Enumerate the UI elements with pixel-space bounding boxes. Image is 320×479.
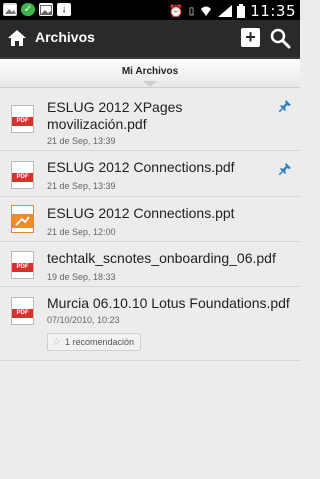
file-name: techtalk_scnotes_onboarding_06.pdf — [47, 250, 276, 266]
ppt-icon — [11, 205, 34, 233]
file-date: 21 de Sep, 13:39 — [47, 136, 116, 146]
pdf-icon: PDF — [11, 251, 34, 279]
search-icon[interactable] — [269, 27, 291, 49]
pin-icon — [279, 100, 291, 112]
pdf-icon: PDF — [11, 161, 34, 189]
battery-icon — [237, 4, 246, 18]
list-item[interactable]: ESLUG 2012 Connections.ppt 21 de Sep, 12… — [0, 197, 300, 242]
recommendation-badge[interactable]: ☆ 1 recomendación — [47, 333, 142, 351]
alarm-icon: ⏰ — [168, 4, 184, 18]
file-name: ESLUG 2012 Connections.ppt — [47, 205, 235, 221]
check-icon: ✓ — [21, 3, 35, 16]
add-icon[interactable]: + — [241, 28, 260, 47]
star-icon: ☆ — [52, 336, 61, 348]
gallery-icon — [3, 3, 17, 16]
file-name: ESLUG 2012 Connections.pdf — [47, 159, 235, 175]
app-bar: Archivos + — [0, 20, 300, 59]
file-list: PDF ESLUG 2012 XPages movilización.pdf 2… — [0, 88, 300, 361]
list-item[interactable]: PDF ESLUG 2012 Connections.pdf 21 de Sep… — [0, 151, 300, 197]
image-icon — [39, 3, 53, 16]
file-date: 19 de Sep, 18:33 — [47, 272, 116, 282]
pdf-icon: PDF — [11, 297, 34, 325]
status-bar: ✓ ↓ ⏰ ▯ 11:35 — [0, 0, 300, 20]
file-date: 21 de Sep, 13:39 — [47, 181, 116, 191]
clock: 11:35 — [250, 2, 296, 20]
app-title: Archivos — [35, 29, 95, 45]
file-date: 21 de Sep, 12:00 — [47, 227, 116, 237]
dropdown-notch-icon — [143, 81, 157, 87]
section-title: Mi Archivos — [121, 66, 179, 77]
vibrate-icon: ▯ — [188, 5, 195, 17]
pin-icon — [279, 163, 291, 175]
file-date: 07/10/2010, 10:23 — [47, 315, 120, 325]
section-header[interactable]: Mi Archivos — [0, 59, 300, 88]
list-item[interactable]: PDF ESLUG 2012 XPages movilización.pdf 2… — [0, 88, 300, 151]
recommendation-count: 1 recomendación — [64, 337, 135, 347]
signal-icon — [218, 5, 233, 17]
home-icon[interactable] — [7, 28, 27, 48]
list-item[interactable]: PDF techtalk_scnotes_onboarding_06.pdf 1… — [0, 242, 300, 287]
download-icon: ↓ — [57, 3, 71, 16]
file-name: ESLUG 2012 XPages movilización.pdf — [47, 99, 183, 132]
list-item[interactable]: PDF Murcia 06.10.10 Lotus Foundations.pd… — [0, 287, 300, 361]
wifi-icon — [201, 6, 212, 16]
file-name: Murcia 06.10.10 Lotus Foundations.pdf — [47, 295, 290, 311]
pdf-icon: PDF — [11, 105, 34, 133]
